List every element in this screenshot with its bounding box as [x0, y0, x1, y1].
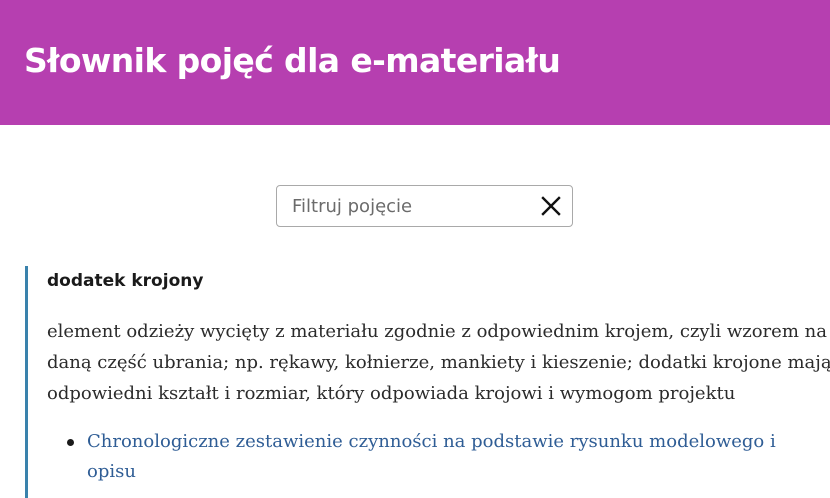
page-title: Słownik pojęć dla e-materiału: [24, 41, 561, 80]
term-title: dodatek krojony: [47, 271, 204, 291]
related-material-link[interactable]: Chronologiczne zestawienie czynności na …: [87, 431, 776, 482]
clear-filter-button[interactable]: [538, 193, 564, 219]
term-definition: element odzieży wycięty z materiału zgod…: [47, 321, 830, 404]
header-banner: Słownik pojęć dla e-materiału: [0, 0, 830, 125]
close-icon: [541, 196, 561, 216]
filter-input[interactable]: [277, 186, 527, 226]
glossary-entry: dodatek krojony element odzieży wycięty …: [25, 266, 830, 498]
filter-field: [276, 185, 573, 227]
related-materials-list: Chronologiczne zestawienie czynności na …: [47, 427, 827, 487]
list-item: Chronologiczne zestawienie czynności na …: [47, 427, 827, 487]
bullet-icon: [67, 439, 74, 446]
